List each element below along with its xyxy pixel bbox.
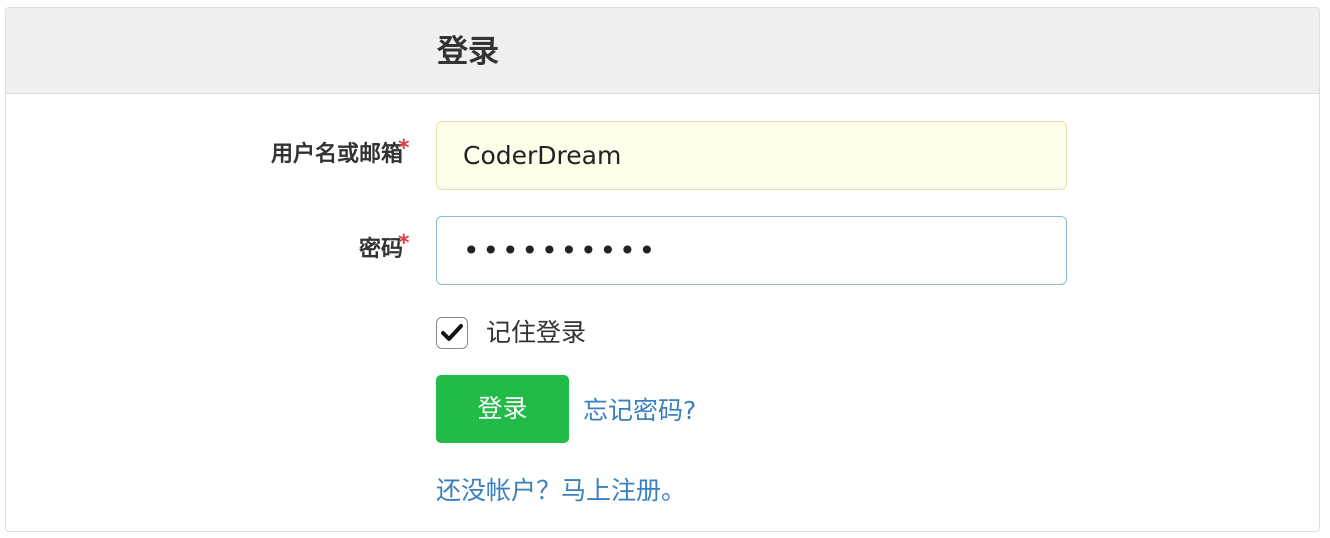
- password-required-mark: *: [398, 231, 410, 256]
- password-label: 密码: [359, 235, 403, 265]
- username-required-mark: *: [398, 136, 410, 161]
- register-link[interactable]: 还没帐户？马上注册。: [436, 475, 686, 507]
- checkmark-icon: [441, 324, 463, 341]
- password-input[interactable]: ••••••••••: [436, 216, 1067, 285]
- remember-label[interactable]: 记住登录: [486, 317, 586, 349]
- login-panel: 登录 用户名或邮箱 * CoderDream 密码 * •••••••••• 记…: [5, 7, 1320, 532]
- username-label: 用户名或邮箱: [271, 140, 403, 170]
- username-label-text: 用户名或邮箱: [270, 142, 403, 167]
- page-title: 登录: [437, 34, 499, 70]
- remember-checkbox[interactable]: [436, 317, 468, 349]
- panel-heading: 登录: [6, 8, 1319, 94]
- username-input[interactable]: CoderDream: [436, 121, 1067, 190]
- password-label-text: 密码: [358, 237, 403, 262]
- login-button[interactable]: 登录: [436, 375, 569, 443]
- forgot-password-link[interactable]: 忘记密码?: [583, 395, 696, 427]
